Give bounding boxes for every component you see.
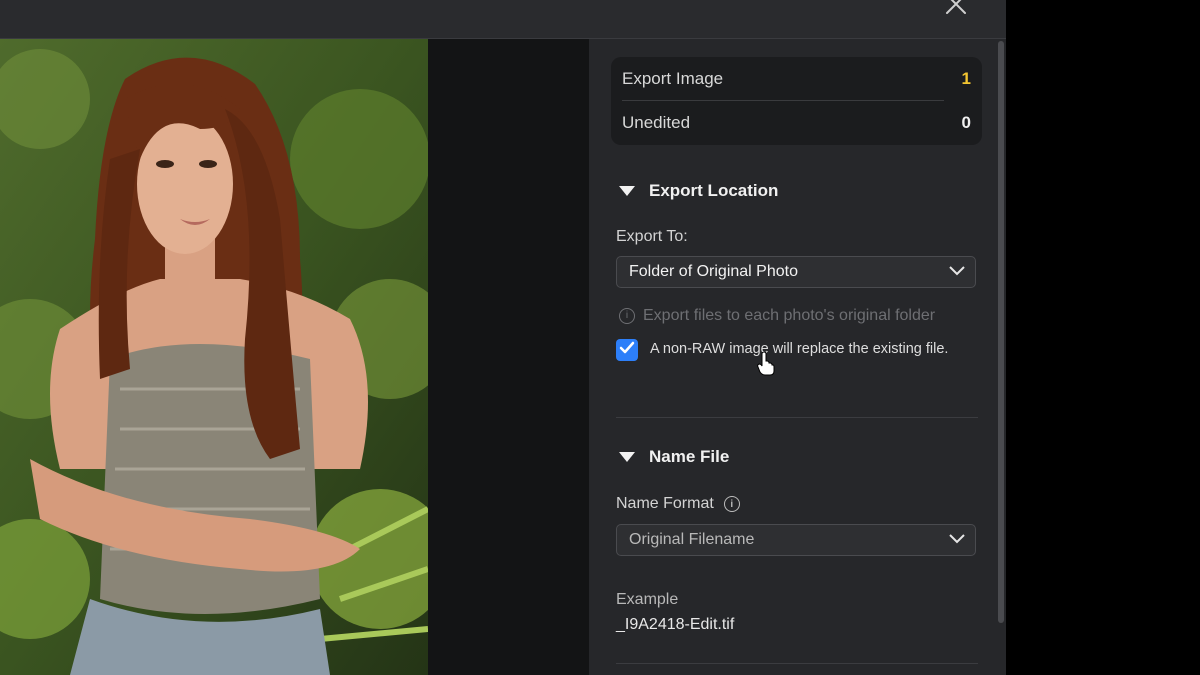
triangle-down-icon: [619, 452, 635, 462]
name-format-label: Name Format: [616, 495, 714, 512]
section-divider: [616, 663, 978, 664]
name-file-title: Name File: [649, 447, 730, 466]
close-icon: [944, 0, 968, 16]
checkmark-icon: [619, 341, 635, 360]
chevron-down-icon: [949, 263, 965, 281]
export-to-label: Export To:: [616, 228, 688, 245]
export-info-line: i Export files to each photo's original …: [619, 307, 935, 325]
export-to-value: Folder of Original Photo: [629, 263, 798, 280]
info-icon[interactable]: i: [723, 496, 740, 512]
export-dialog: Export Image 1 Unedited 0 Export Locatio…: [0, 0, 1006, 675]
export-location-title: Export Location: [649, 181, 779, 200]
export-image-count: 1: [961, 69, 971, 88]
unedited-count: 0: [961, 113, 971, 132]
chevron-down-icon: [949, 531, 965, 549]
name-file-header[interactable]: Name File: [619, 447, 729, 467]
export-info-text: Export files to each photo's original fo…: [643, 307, 936, 324]
replace-file-checkbox[interactable]: [616, 339, 638, 361]
name-format-label-row: Name Format i: [616, 495, 740, 513]
scrollbar[interactable]: [998, 41, 1004, 623]
export-location-header[interactable]: Export Location: [619, 181, 778, 201]
export-settings-panel: Export Image 1 Unedited 0 Export Locatio…: [589, 39, 1006, 675]
name-format-select[interactable]: Original Filename: [616, 524, 976, 556]
unedited-row: Unedited 0: [622, 101, 971, 145]
dialog-titlebar: [0, 0, 1006, 39]
example-filename: _I9A2418-Edit.tif: [616, 616, 735, 633]
export-image-row: Export Image 1: [622, 57, 971, 101]
triangle-down-icon: [619, 186, 635, 196]
name-format-value: Original Filename: [629, 531, 755, 548]
hand-pointer-icon: [757, 351, 775, 376]
export-image-label: Export Image: [622, 69, 724, 88]
info-icon: i: [619, 308, 635, 324]
unedited-label: Unedited: [622, 113, 691, 132]
close-button[interactable]: [944, 0, 968, 16]
export-summary-card: Export Image 1 Unedited 0: [611, 57, 982, 145]
example-label: Example: [616, 591, 679, 608]
replace-file-label: A non-RAW image will replace the existin…: [650, 341, 949, 357]
section-divider: [616, 417, 978, 418]
photo-preview: [0, 39, 428, 675]
preview-area: [0, 39, 589, 675]
export-to-select[interactable]: Folder of Original Photo: [616, 256, 976, 288]
